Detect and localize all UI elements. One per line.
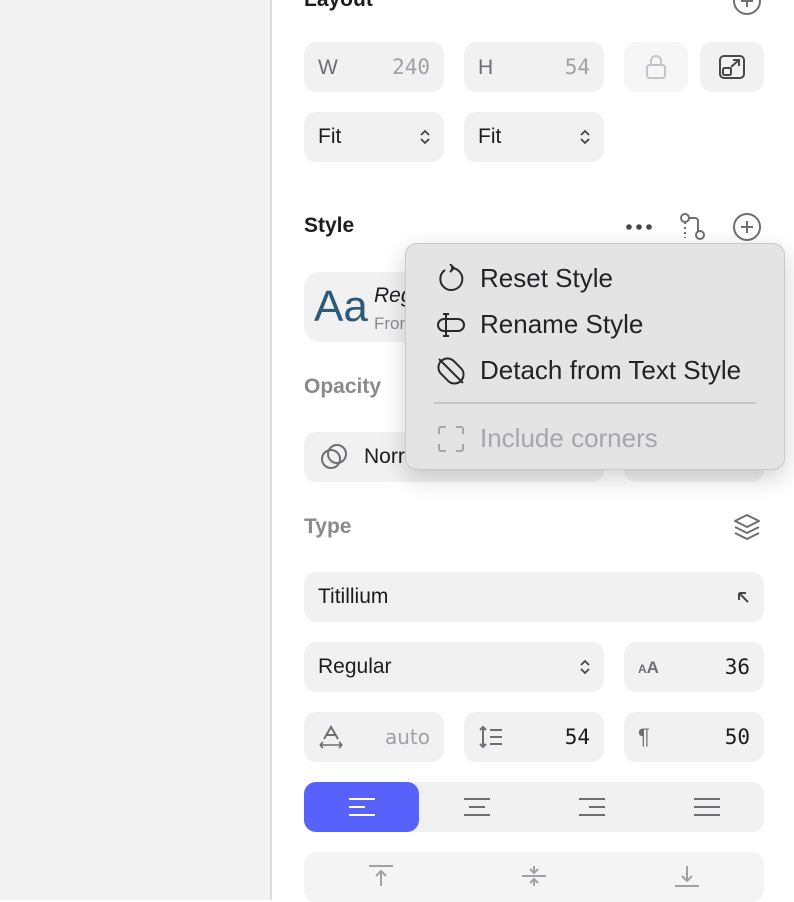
font-size-icon: AA	[638, 658, 659, 677]
align-justify-button[interactable]	[649, 782, 764, 832]
font-size-field[interactable]: AA 36	[624, 642, 764, 692]
character-spacing-field[interactable]: auto	[304, 712, 444, 762]
reset-icon	[439, 264, 464, 291]
character-spacing-icon	[319, 725, 343, 749]
menu-item-label: Detach from Text Style	[480, 355, 742, 385]
style-heading: Style	[304, 214, 355, 237]
add-style-icon[interactable]	[732, 212, 762, 242]
menu-item-detach-style[interactable]: Detach from Text Style	[406, 348, 784, 392]
height-label: H	[478, 56, 494, 79]
align-right-icon	[579, 798, 605, 816]
align-center-icon	[464, 798, 490, 816]
stepper-icon	[580, 659, 590, 675]
resize-mode-button[interactable]	[700, 42, 764, 92]
paragraph-spacing-value: 50	[724, 725, 750, 749]
blend-mode-icon	[321, 444, 347, 469]
layout-heading: Layout	[304, 0, 373, 12]
resize-icon	[719, 55, 745, 79]
line-height-icon	[479, 725, 502, 749]
paragraph-icon: ¶	[638, 724, 650, 749]
opacity-heading: Opacity	[304, 375, 382, 398]
height-mode-value: Fit	[478, 125, 502, 148]
more-options-icon[interactable]	[624, 220, 654, 234]
font-family-select[interactable]: Titillium	[304, 572, 764, 622]
add-layout-icon[interactable]	[732, 0, 762, 16]
font-weight-select[interactable]: Regular	[304, 642, 604, 692]
stepper-icon	[580, 129, 590, 145]
valign-bottom-button[interactable]	[610, 852, 764, 900]
menu-item-label: Rename Style	[480, 309, 644, 339]
align-center-button[interactable]	[419, 782, 534, 832]
lock-icon	[646, 55, 666, 79]
menu-item-label: Reset Style	[480, 263, 613, 293]
line-height-value: 54	[564, 725, 590, 749]
layers-icon[interactable]	[732, 512, 762, 542]
menu-item-include-corners: Include corners	[406, 416, 784, 460]
align-right-button[interactable]	[534, 782, 649, 832]
height-mode-select[interactable]: Fit	[464, 112, 604, 162]
text-align-control	[304, 782, 764, 832]
expand-arrow-icon	[738, 592, 749, 603]
width-mode-value: Fit	[318, 125, 342, 148]
align-left-button[interactable]	[304, 782, 419, 832]
width-value: 240	[392, 55, 430, 79]
blend-mode-value: Norr	[364, 445, 405, 468]
font-family-value: Titillium	[318, 585, 389, 608]
paragraph-spacing-field[interactable]: ¶ 50	[624, 712, 764, 762]
stepper-icon	[420, 129, 430, 145]
detach-icon	[437, 357, 465, 385]
menu-item-reset-style[interactable]: Reset Style	[406, 256, 784, 300]
font-weight-value: Regular	[318, 655, 392, 678]
rename-icon	[437, 313, 465, 337]
menu-separator	[434, 402, 756, 404]
valign-top-icon	[369, 865, 393, 886]
corners-icon	[438, 426, 464, 452]
valign-middle-icon	[522, 866, 546, 886]
width-label: W	[318, 56, 338, 79]
width-field[interactable]: W 240	[304, 42, 444, 92]
type-heading: Type	[304, 515, 352, 538]
aspect-lock-button[interactable]	[624, 42, 688, 92]
style-source: Fron	[374, 314, 409, 333]
align-left-icon	[349, 798, 375, 816]
character-spacing-value: auto	[384, 725, 430, 749]
height-value: 54	[564, 55, 590, 79]
width-mode-select[interactable]: Fit	[304, 112, 444, 162]
valign-bottom-icon	[675, 866, 699, 887]
style-branch-icon[interactable]	[678, 212, 708, 242]
font-size-value: 36	[724, 655, 750, 679]
menu-item-rename-style[interactable]: Rename Style	[406, 302, 784, 346]
style-preview-glyph: Aa	[314, 282, 368, 331]
valign-middle-button[interactable]	[457, 852, 610, 900]
valign-top-button[interactable]	[304, 852, 457, 900]
vertical-align-control	[304, 852, 764, 902]
line-height-field[interactable]: 54	[464, 712, 604, 762]
height-field[interactable]: H 54	[464, 42, 604, 92]
style-context-menu: Reset Style Rename Style Detach from Tex…	[405, 243, 785, 470]
canvas-area	[0, 0, 270, 900]
align-justify-icon	[694, 798, 720, 816]
menu-item-label: Include corners	[480, 423, 658, 453]
